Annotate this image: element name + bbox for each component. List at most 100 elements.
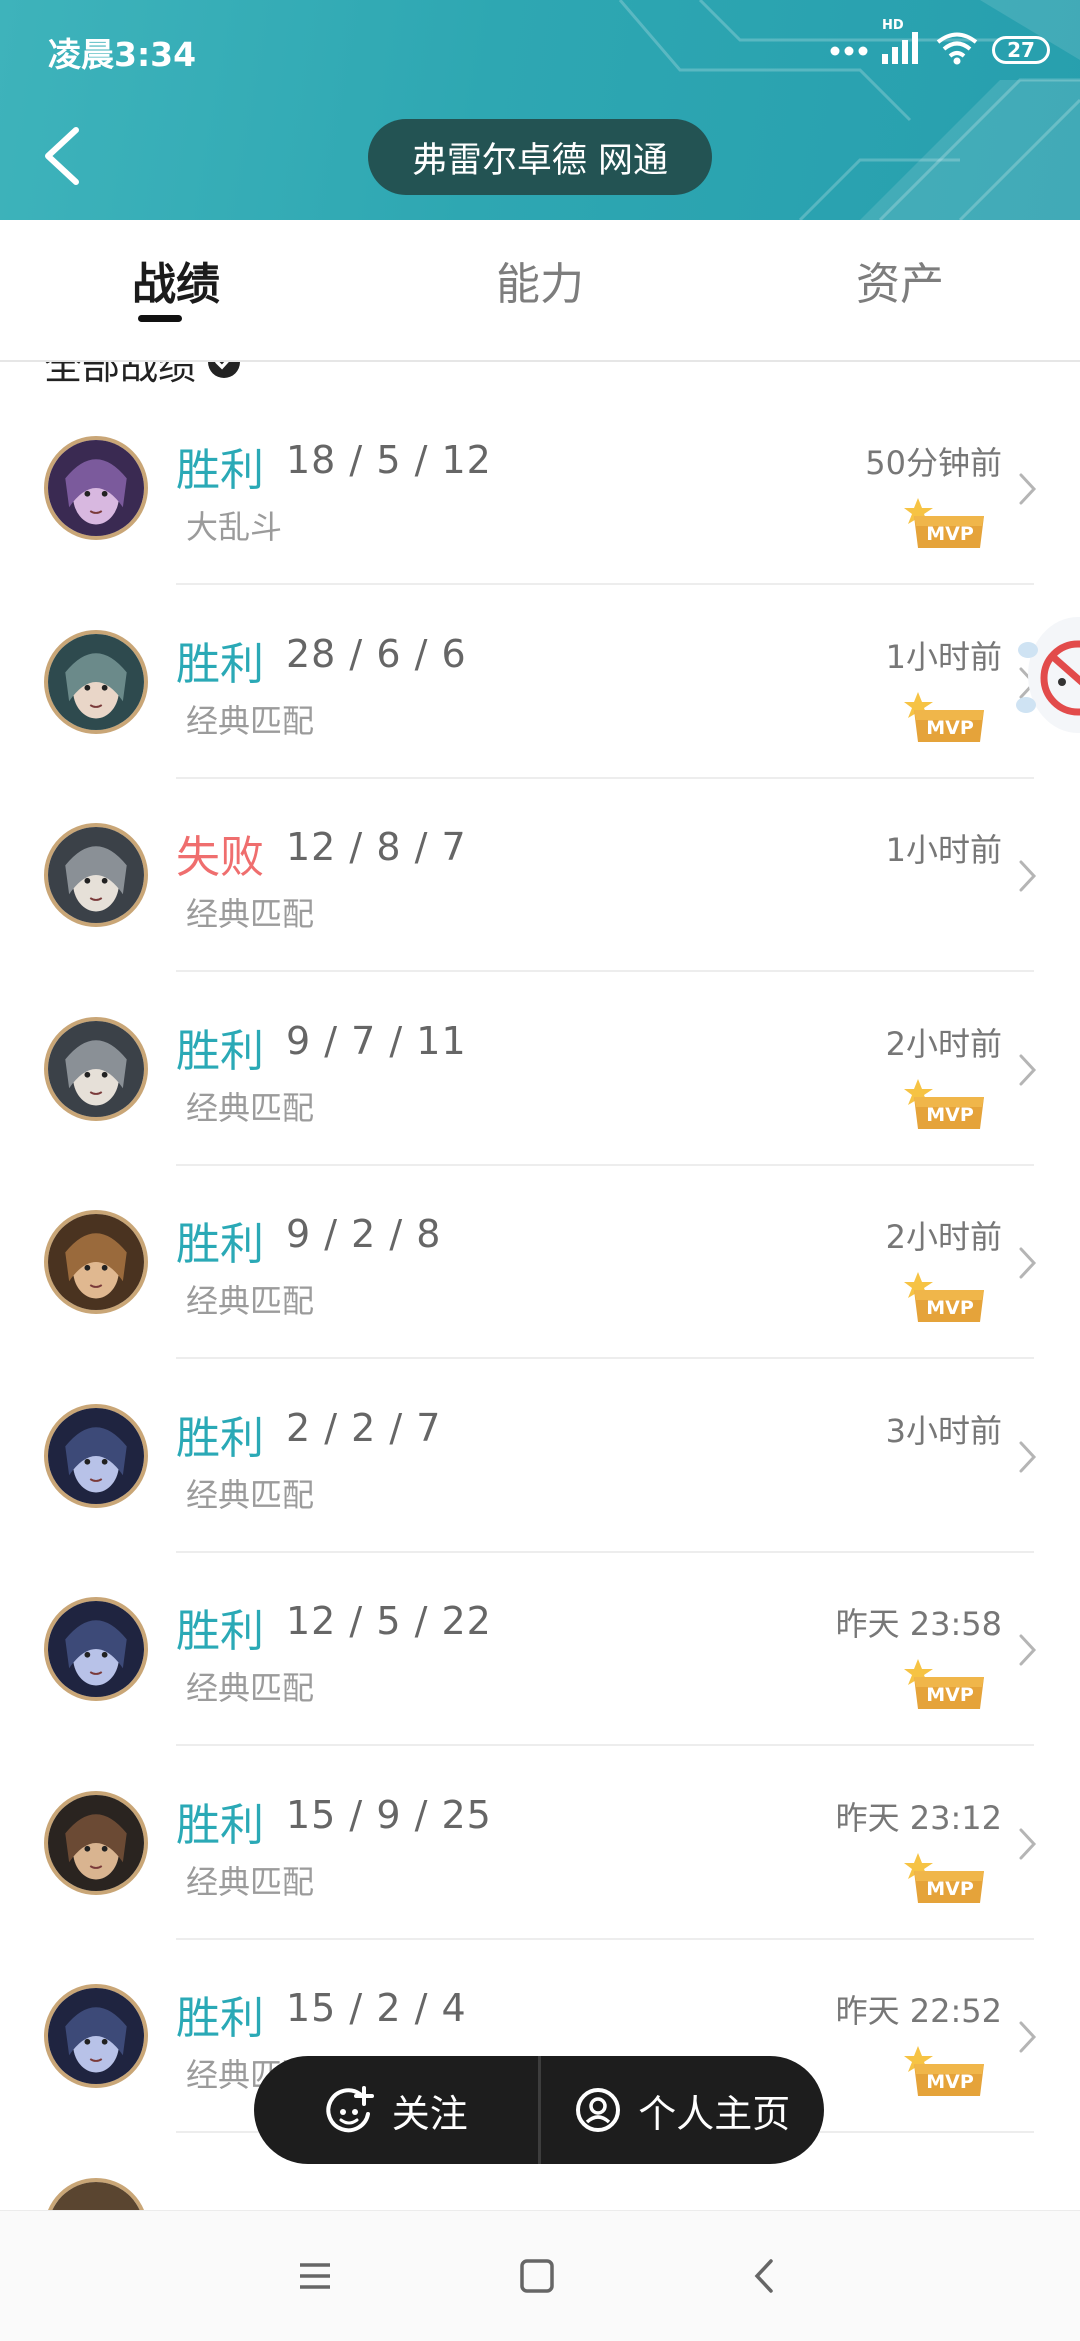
match-row[interactable]: 胜利 15 / 9 / 25 经典匹配 昨天 23:12 MVP <box>0 1747 1080 1940</box>
match-kda: 15 / 2 / 4 <box>286 1986 467 2030</box>
match-mode: 经典匹配 <box>186 1862 315 1901</box>
mvp-badge: MVP <box>904 1077 986 1131</box>
champion-avatar <box>44 2177 148 2210</box>
chevron-right-icon <box>1019 473 1037 505</box>
champion-avatar <box>44 1597 148 1701</box>
menu-icon[interactable] <box>290 2251 340 2301</box>
match-filter[interactable]: 全部战绩 <box>44 362 241 392</box>
match-row[interactable]: 胜利 12 / 5 / 22 经典匹配 昨天 23:58 MVP <box>0 1553 1080 1746</box>
mvp-label: MVP <box>926 1297 974 1319</box>
mvp-badge: MVP <box>904 690 986 744</box>
follow-icon <box>326 2086 374 2133</box>
mascot-float-icon[interactable] <box>1016 600 1080 750</box>
battery-icon: 27 <box>992 36 1050 64</box>
match-mode: 经典匹配 <box>186 701 315 740</box>
chevron-right-icon <box>1019 1054 1037 1085</box>
mvp-badge: MVP <box>904 1657 986 1711</box>
match-mode: 经典匹配 <box>186 1475 315 1514</box>
back-button[interactable] <box>36 120 96 192</box>
profile-button[interactable]: 个人主页 <box>541 2056 825 2164</box>
filter-label: 全部战绩 <box>44 362 197 388</box>
match-row[interactable]: 胜利 2 / 2 / 7 经典匹配 3小时前 <box>0 1360 1080 1553</box>
champion-avatar <box>44 1016 148 1121</box>
back-arrow-icon <box>45 127 79 185</box>
match-time: 昨天 23:58 <box>835 1605 1002 1643</box>
match-result: 胜利 <box>176 638 264 690</box>
match-mode: 经典匹配 <box>186 895 315 933</box>
system-nav-bar <box>0 2210 1080 2341</box>
match-time: 50分钟前 <box>865 444 1002 482</box>
match-result: 胜利 <box>176 445 264 496</box>
match-mode: 经典匹配 <box>186 1088 315 1127</box>
signal-icon: HD <box>882 18 922 68</box>
status-icons: HD 27 <box>830 18 1050 72</box>
tab-ability[interactable]: 能力 <box>496 248 584 312</box>
match-kda: 2 / 2 / 7 <box>286 1405 442 1450</box>
match-kda: 9 / 2 / 8 <box>286 1212 442 1256</box>
tab-assets[interactable]: 资产 <box>856 248 944 312</box>
tab-bar: 战绩 能力 资产 <box>0 220 1080 362</box>
match-list[interactable]: 全部战绩 胜利 18 / 5 / 12 大乱斗 50分钟前 MVP 胜利 28 … <box>0 362 1080 2210</box>
mvp-label: MVP <box>926 717 974 739</box>
match-kda: 12 / 5 / 22 <box>286 1599 492 1643</box>
chevron-right-icon <box>1019 860 1037 892</box>
match-row[interactable]: 胜利 18 / 5 / 12 大乱斗 50分钟前 MVP <box>0 392 1080 585</box>
match-mode: 经典匹配 <box>186 1669 315 1707</box>
match-kda: 18 / 5 / 12 <box>286 438 492 482</box>
match-result: 胜利 <box>176 1799 264 1851</box>
wifi-icon <box>936 31 978 69</box>
match-row[interactable]: 失败 12 / 8 / 7 经典匹配 1小时前 <box>0 779 1080 972</box>
match-kda: 9 / 7 / 11 <box>286 1018 467 1063</box>
header: 凌晨3:34 HD 27 弗雷尔卓德 网通 <box>0 0 1080 220</box>
match-time: 2小时前 <box>885 1218 1002 1256</box>
match-row[interactable]: 胜利 9 / 7 / 11 经典匹配 2小时前 MVP <box>0 973 1080 1166</box>
chevron-right-icon <box>1019 1828 1037 1859</box>
chevron-right-icon <box>1019 1247 1037 1279</box>
match-result: 胜利 <box>176 1993 264 2044</box>
tab-indicator <box>138 315 182 322</box>
dots-icon <box>830 41 868 60</box>
server-title[interactable]: 弗雷尔卓德 网通 <box>368 119 712 195</box>
mvp-label: MVP <box>926 1878 974 1900</box>
match-row[interactable]: 胜利 28 / 6 / 6 经典匹配 1小时前 MVP <box>0 586 1080 779</box>
home-icon[interactable] <box>512 2251 562 2301</box>
mvp-badge: MVP <box>904 496 986 550</box>
chevron-right-icon <box>1019 2021 1037 2053</box>
match-row[interactable]: 胜利 9 / 2 / 8 经典匹配 2小时前 MVP <box>0 1166 1080 1359</box>
match-kda: 12 / 8 / 7 <box>286 825 467 869</box>
match-mode: 大乱斗 <box>186 508 283 546</box>
match-result: 胜利 <box>176 1025 264 1077</box>
back-icon[interactable] <box>740 2251 790 2301</box>
champion-avatar <box>44 1984 148 2088</box>
chevron-right-icon <box>1019 1634 1037 1666</box>
chevron-right-icon <box>1019 1441 1037 1472</box>
status-time: 凌晨3:34 <box>48 35 197 74</box>
champion-avatar <box>44 1403 148 1508</box>
mvp-label: MVP <box>926 2071 974 2093</box>
mvp-badge: MVP <box>904 1270 986 1324</box>
match-kda: 28 / 6 / 6 <box>286 631 467 676</box>
match-kda: 15 / 9 / 25 <box>286 1792 492 1837</box>
match-time: 1小时前 <box>885 831 1002 869</box>
match-time: 1小时前 <box>885 637 1002 676</box>
follow-label: 关注 <box>391 2091 468 2136</box>
match-time: 昨天 23:12 <box>835 1798 1002 1837</box>
match-result: 失败 <box>176 832 264 883</box>
match-result: 胜利 <box>176 1412 264 1464</box>
tab-record[interactable]: 战绩 <box>132 248 220 312</box>
battery-level: 27 <box>1007 38 1035 62</box>
follow-button[interactable]: 关注 <box>254 2056 538 2164</box>
champion-avatar <box>44 629 148 734</box>
match-time: 3小时前 <box>885 1411 1002 1450</box>
mvp-label: MVP <box>926 1684 974 1706</box>
champion-avatar <box>44 436 148 540</box>
match-time: 2小时前 <box>885 1024 1002 1063</box>
mvp-badge: MVP <box>904 1851 986 1905</box>
champion-avatar <box>44 823 148 927</box>
champion-avatar <box>44 1210 148 1314</box>
profile-label: 个人主页 <box>638 2091 791 2136</box>
mvp-label: MVP <box>926 1104 974 1126</box>
mvp-label: MVP <box>926 523 974 545</box>
match-result: 胜利 <box>176 1606 264 1657</box>
match-result: 胜利 <box>176 1219 264 1270</box>
